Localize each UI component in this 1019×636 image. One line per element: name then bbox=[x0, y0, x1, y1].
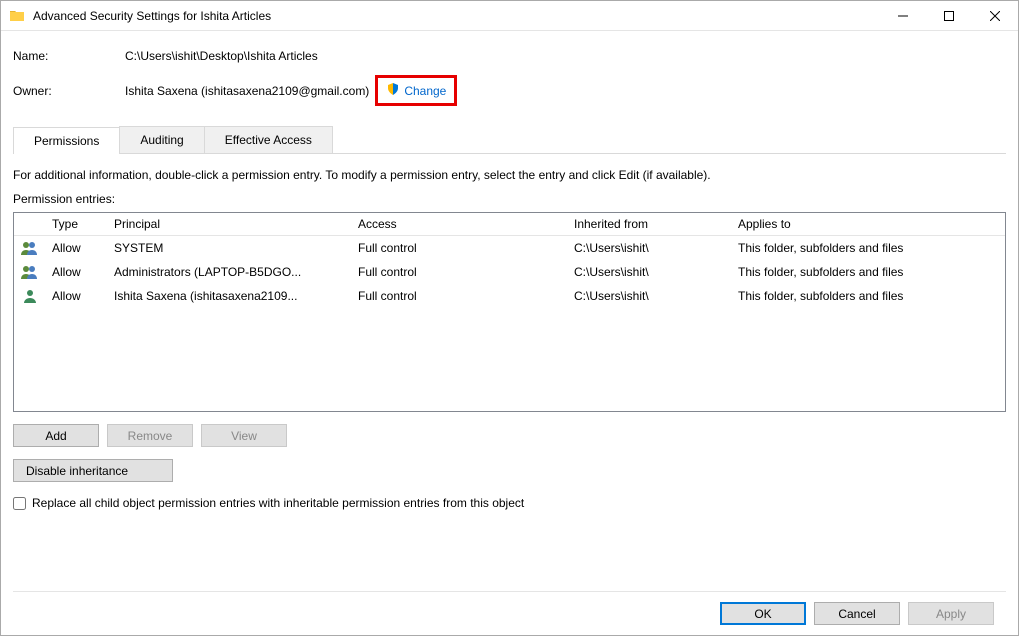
cell-access: Full control bbox=[352, 285, 568, 307]
permission-table: Type Principal Access Inherited from App… bbox=[13, 212, 1006, 412]
principal-icon bbox=[14, 260, 46, 284]
cell-inherited: C:\Users\ishit\ bbox=[568, 285, 732, 307]
folder-icon bbox=[9, 8, 25, 24]
view-button: View bbox=[201, 424, 287, 447]
window-title: Advanced Security Settings for Ishita Ar… bbox=[33, 9, 880, 23]
change-owner-link[interactable]: Change bbox=[404, 84, 446, 98]
disable-inheritance-row: Disable inheritance bbox=[13, 459, 1006, 482]
principal-icon bbox=[14, 236, 46, 260]
cell-applies: This folder, subfolders and files bbox=[732, 261, 1005, 283]
titlebar: Advanced Security Settings for Ishita Ar… bbox=[1, 1, 1018, 31]
table-row[interactable]: AllowSYSTEMFull controlC:\Users\ishit\Th… bbox=[14, 236, 1005, 260]
ok-button[interactable]: OK bbox=[720, 602, 806, 625]
change-highlight: Change bbox=[375, 75, 457, 106]
tab-bar: Permissions Auditing Effective Access bbox=[13, 126, 1006, 154]
shield-icon bbox=[386, 82, 400, 99]
replace-children-checkbox[interactable] bbox=[13, 497, 26, 510]
cell-principal: Administrators (LAPTOP-B5DGO... bbox=[108, 261, 352, 283]
entries-label: Permission entries: bbox=[13, 192, 1006, 206]
description-text: For additional information, double-click… bbox=[13, 168, 1006, 182]
cell-type: Allow bbox=[46, 261, 108, 283]
replace-children-label[interactable]: Replace all child object permission entr… bbox=[32, 496, 524, 510]
window-controls bbox=[880, 1, 1018, 30]
add-button[interactable]: Add bbox=[13, 424, 99, 447]
tab-effective-access[interactable]: Effective Access bbox=[204, 126, 333, 153]
tab-permissions[interactable]: Permissions bbox=[13, 127, 120, 154]
maximize-button[interactable] bbox=[926, 1, 972, 30]
table-row[interactable]: AllowIshita Saxena (ishitasaxena2109...F… bbox=[14, 284, 1005, 308]
header-access[interactable]: Access bbox=[352, 213, 568, 235]
header-principal[interactable]: Principal bbox=[108, 213, 352, 235]
owner-value: Ishita Saxena (ishitasaxena2109@gmail.co… bbox=[125, 75, 457, 106]
dialog-footer: OK Cancel Apply bbox=[13, 591, 1006, 635]
cell-inherited: C:\Users\ishit\ bbox=[568, 237, 732, 259]
remove-button: Remove bbox=[107, 424, 193, 447]
minimize-button[interactable] bbox=[880, 1, 926, 30]
apply-button: Apply bbox=[908, 602, 994, 625]
replace-children-row: Replace all child object permission entr… bbox=[13, 496, 1006, 510]
content-area: Name: C:\Users\ishit\Desktop\Ishita Arti… bbox=[1, 31, 1018, 635]
cell-applies: This folder, subfolders and files bbox=[732, 285, 1005, 307]
close-button[interactable] bbox=[972, 1, 1018, 30]
cancel-button[interactable]: Cancel bbox=[814, 602, 900, 625]
table-body: AllowSYSTEMFull controlC:\Users\ishit\Th… bbox=[14, 236, 1005, 308]
cell-principal: Ishita Saxena (ishitasaxena2109... bbox=[108, 285, 352, 307]
cell-inherited: C:\Users\ishit\ bbox=[568, 261, 732, 283]
cell-applies: This folder, subfolders and files bbox=[732, 237, 1005, 259]
advanced-security-window: Advanced Security Settings for Ishita Ar… bbox=[0, 0, 1019, 636]
header-icon[interactable] bbox=[14, 213, 46, 235]
table-row[interactable]: AllowAdministrators (LAPTOP-B5DGO...Full… bbox=[14, 260, 1005, 284]
entry-action-buttons: Add Remove View bbox=[13, 424, 1006, 447]
header-applies[interactable]: Applies to bbox=[732, 213, 1005, 235]
tab-auditing[interactable]: Auditing bbox=[119, 126, 204, 153]
header-inherited[interactable]: Inherited from bbox=[568, 213, 732, 235]
cell-type: Allow bbox=[46, 285, 108, 307]
header-type[interactable]: Type bbox=[46, 213, 108, 235]
cell-access: Full control bbox=[352, 237, 568, 259]
table-header: Type Principal Access Inherited from App… bbox=[14, 213, 1005, 236]
owner-label: Owner: bbox=[13, 84, 125, 98]
cell-access: Full control bbox=[352, 261, 568, 283]
name-value: C:\Users\ishit\Desktop\Ishita Articles bbox=[125, 49, 318, 63]
owner-text: Ishita Saxena (ishitasaxena2109@gmail.co… bbox=[125, 84, 369, 98]
cell-type: Allow bbox=[46, 237, 108, 259]
disable-inheritance-button[interactable]: Disable inheritance bbox=[13, 459, 173, 482]
cell-principal: SYSTEM bbox=[108, 237, 352, 259]
name-label: Name: bbox=[13, 49, 125, 63]
name-row: Name: C:\Users\ishit\Desktop\Ishita Arti… bbox=[13, 49, 1006, 63]
owner-row: Owner: Ishita Saxena (ishitasaxena2109@g… bbox=[13, 75, 1006, 106]
principal-icon bbox=[14, 284, 46, 308]
